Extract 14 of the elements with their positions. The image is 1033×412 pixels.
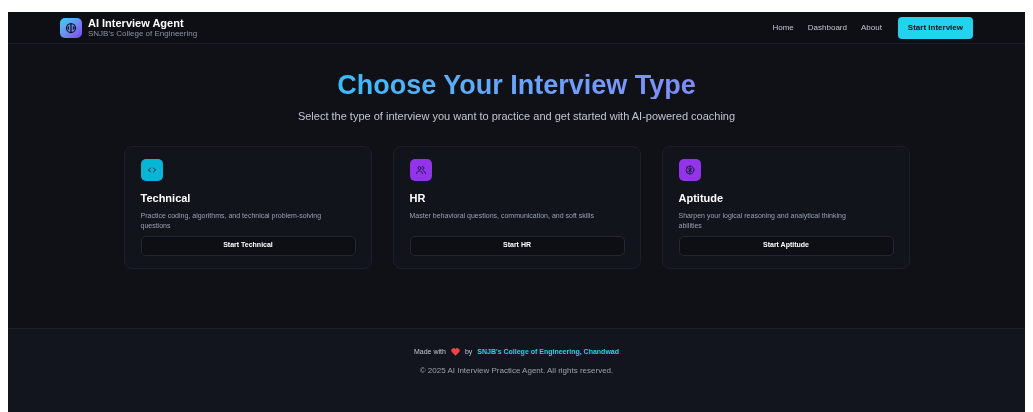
page-subtitle: Select the type of interview you want to practice and get started with AI-powered coaching [296,109,737,124]
brand-title: AI Interview Agent [88,17,184,29]
logo-icon [60,17,82,38]
start-interview-button[interactable]: Start Interview [897,16,973,39]
card-title: Technical [140,191,192,206]
nav-link[interactable]: Home [772,21,794,34]
page-title: Choose Your Interview Type [337,72,696,99]
card-title: HR [409,191,427,206]
copyright-text: © 2025 AI Interview Practice Agent. All rights reserved. [419,364,614,377]
nav-link[interactable]: About [860,21,882,34]
brand-subtitle: SNJB's College of Engineering [88,29,198,38]
nav-link[interactable]: Dashboard [807,21,847,34]
heart-icon [450,348,460,357]
card-title: Aptitude [678,191,725,206]
